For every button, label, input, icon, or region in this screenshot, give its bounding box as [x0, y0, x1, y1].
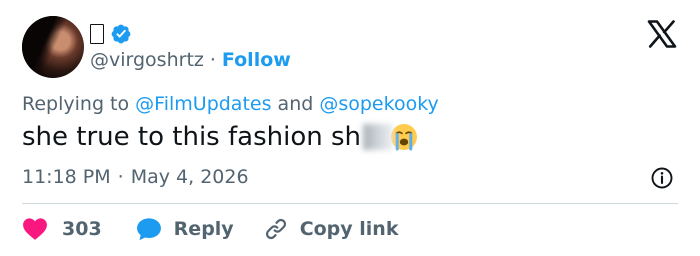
author-handle-row: @virgoshrtz · Follow — [90, 48, 291, 72]
x-logo-icon[interactable] — [647, 20, 677, 48]
loudly-crying-face-emoji — [391, 124, 417, 151]
tweet-text-content: she true to this fashion sh — [22, 122, 361, 152]
tweet-time: 11:18 PM — [22, 166, 111, 188]
info-icon[interactable] — [650, 166, 674, 190]
reply-bubble-icon — [136, 218, 161, 241]
mention-filmupdates[interactable]: @FilmUpdates — [135, 93, 271, 115]
author-name-row: ▯ — [90, 22, 132, 46]
replying-to-line: Replying to @FilmUpdates and @sopekooky — [22, 93, 439, 115]
author-handle[interactable]: @virgoshrtz — [90, 49, 204, 71]
tweet-timestamp[interactable]: 11:18 PM · May 4, 2026 — [22, 166, 249, 188]
author-display-name[interactable]: ▯ — [90, 24, 104, 44]
copy-link-button[interactable]: Copy link — [264, 214, 399, 244]
separator: · — [117, 166, 124, 188]
heart-icon — [23, 218, 47, 240]
divider — [22, 203, 678, 204]
reply-label: Reply — [173, 218, 234, 240]
avatar-image — [22, 16, 84, 78]
replying-conjunction: and — [277, 93, 314, 115]
tweet-date: May 4, 2026 — [130, 166, 249, 188]
reply-button[interactable]: Reply — [136, 214, 234, 244]
avatar[interactable] — [22, 16, 84, 78]
like-count: 303 — [62, 218, 102, 240]
like-button[interactable]: 303 — [22, 214, 102, 244]
blurred-text — [363, 124, 393, 150]
replying-prefix: Replying to — [22, 93, 130, 115]
tweet-text: she true to this fashion sh — [22, 122, 419, 152]
copy-link-label: Copy link — [299, 218, 399, 240]
verified-badge-icon — [111, 24, 131, 44]
follow-button[interactable]: Follow — [222, 49, 291, 71]
mention-sopekooky[interactable]: @sopekooky — [319, 93, 438, 115]
action-bar: 303 Reply Copy link — [22, 214, 398, 244]
separator: · — [209, 49, 216, 71]
link-icon — [265, 218, 286, 240]
